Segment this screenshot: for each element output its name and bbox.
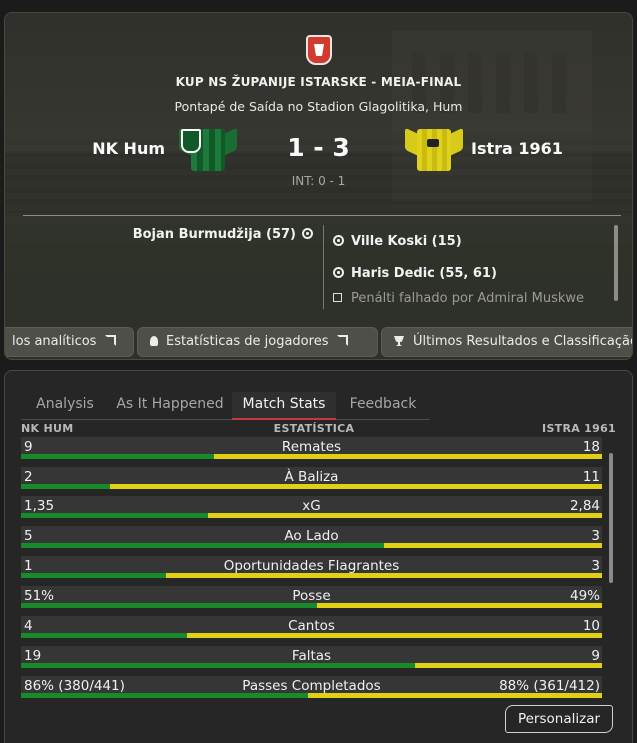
home-share-bar: [21, 573, 167, 578]
goal-scorer: Bojan Burmudžija (57): [132, 227, 296, 242]
tab-analysis[interactable]: Analysis: [21, 392, 109, 420]
stats-tab-bar: Analysis As It Happened Match Stats Feed…: [21, 392, 430, 420]
away-share-bar: [308, 693, 602, 698]
home-share-bar: [21, 633, 188, 638]
stat-comparison-bar: [21, 603, 602, 608]
player-stats-link-button[interactable]: Estatísticas de jogadores: [137, 327, 378, 357]
stat-comparison-bar: [21, 513, 602, 518]
stat-away-value: 49%: [569, 588, 600, 604]
stat-away-value: 3: [591, 558, 600, 574]
stat-row: 9 Remates 18: [21, 437, 602, 459]
divider: [23, 215, 621, 216]
home-share-bar: [21, 693, 308, 698]
stats-center-header: ESTATÍSTICA: [273, 422, 355, 435]
stat-away-value: 10: [582, 618, 600, 634]
stat-label: Oportunidades Flagrantes: [223, 558, 400, 574]
tab-as-it-happened[interactable]: As It Happened: [109, 392, 231, 420]
missed-penalty-event: Penálti falhado por Admiral Muskwe: [333, 291, 584, 306]
home-goal-event: Bojan Burmudžija (57): [133, 227, 313, 242]
stat-row: 1 Oportunidades Flagrantes 3: [21, 556, 602, 578]
analytics-link-button[interactable]: los analíticos: [5, 327, 134, 357]
goal-scorer: Haris Dedic (55, 61): [351, 266, 497, 281]
match-header-panel: KUP NS ŽUPANIJE ISTARSKE - MEIA-FINAL Po…: [4, 12, 633, 360]
stat-label: xG: [302, 498, 321, 514]
stat-label: Faltas: [291, 648, 332, 664]
away-share-bar: [317, 603, 602, 608]
away-team-name[interactable]: Istra 1961: [471, 139, 563, 158]
stat-comparison-bar: [21, 693, 602, 698]
competition-logo-icon: [306, 35, 332, 65]
stat-row: 86% (380/441) Passes Completados 88% (361/…: [21, 676, 602, 698]
external-link-icon: [105, 335, 117, 346]
away-share-bar: [214, 454, 602, 459]
stat-row: 5 Ao Lado 3: [21, 526, 602, 548]
customize-button[interactable]: Personalizar: [505, 705, 613, 733]
stat-row: 2À Baliza 11: [21, 467, 602, 489]
stat-comparison-bar: [21, 454, 602, 459]
stat-away-value: 2,84: [569, 498, 600, 514]
away-share-bar: [187, 633, 602, 638]
missed-penalty-icon: [333, 293, 342, 302]
stat-label: Ao Lado: [284, 528, 339, 544]
stat-away-value: 9: [591, 648, 600, 664]
stats-away-header: ISTRA 1961: [542, 422, 616, 435]
ball-icon: [333, 235, 344, 246]
external-link-icon: [337, 335, 349, 346]
stat-label: Remates: [281, 439, 342, 455]
away-kit-icon[interactable]: [405, 125, 463, 171]
home-events: Bojan Burmudžija (57): [5, 219, 323, 313]
away-goal-event: Ville Koski (15): [333, 234, 462, 249]
stat-row: 51% Posse 49%: [21, 586, 602, 608]
home-share-bar: [21, 603, 318, 608]
match-stats-panel: Analysis As It Happened Match Stats Feed…: [4, 370, 633, 743]
missed-penalty-text: Penálti falhado por Admiral Muskwe: [351, 291, 585, 306]
user-icon: [150, 336, 158, 346]
ball-icon: [302, 228, 313, 239]
goal-scorer: Ville Koski (15): [351, 234, 462, 249]
stat-comparison-bar: [21, 633, 602, 638]
latest-results-link-button[interactable]: Últimos Resultados e Classificação: [381, 327, 633, 357]
competition-title: KUP NS ŽUPANIJE ISTARSKE - MEIA-FINAL: [175, 75, 462, 89]
stat-label: À Baliza: [284, 469, 339, 485]
player-stats-link-label: Estatísticas de jogadores: [166, 334, 329, 349]
tab-feedback[interactable]: Feedback: [336, 392, 430, 420]
stats-scrollbar[interactable]: [609, 453, 613, 583]
stat-away-value: 18: [582, 439, 600, 455]
analytics-link-label: los analíticos: [12, 334, 97, 349]
stat-row: 19 Faltas 9: [21, 646, 602, 668]
away-events: Ville Koski (15) Haris Dedic (55, 61) Pe…: [323, 219, 623, 313]
stat-comparison-bar: [21, 484, 602, 489]
away-share-bar: [166, 573, 602, 578]
home-share-bar: [21, 543, 385, 548]
stat-row: 1,35 xG 2,84: [21, 496, 602, 518]
away-share-bar: [208, 513, 602, 518]
latest-results-link-label: Últimos Resultados e Classificação: [413, 334, 633, 349]
away-share-bar: [415, 663, 602, 668]
home-share-bar: [21, 454, 215, 459]
ball-icon: [333, 267, 344, 278]
stat-away-value: 88% (361/412): [499, 678, 600, 694]
stat-row: 4 Cantos 10: [21, 616, 602, 638]
home-share-bar: [21, 484, 111, 489]
stat-comparison-bar: [21, 663, 602, 668]
stat-comparison-bar: [21, 543, 602, 548]
away-share-bar: [110, 484, 602, 489]
events-scrollbar[interactable]: [614, 225, 618, 301]
away-share-bar: [384, 543, 602, 548]
home-share-bar: [21, 513, 209, 518]
home-share-bar: [21, 663, 416, 668]
stat-away-value: 3: [591, 528, 600, 544]
stat-comparison-bar: [21, 573, 602, 578]
stat-label: Posse: [292, 588, 331, 604]
half-time-score: INT: 0 - 1: [291, 174, 346, 188]
stat-away-value: 11: [582, 469, 600, 485]
match-links-row: los analíticos Estatísticas de jogadores…: [5, 327, 633, 357]
trophy-icon: [394, 336, 404, 346]
tab-match-stats[interactable]: Match Stats: [232, 392, 336, 420]
venue-text: Pontapé de Saída no Stadion Glagolitika,…: [174, 99, 463, 114]
away-goal-event: Haris Dedic (55, 61): [333, 266, 497, 281]
stat-label: Cantos: [288, 618, 335, 634]
